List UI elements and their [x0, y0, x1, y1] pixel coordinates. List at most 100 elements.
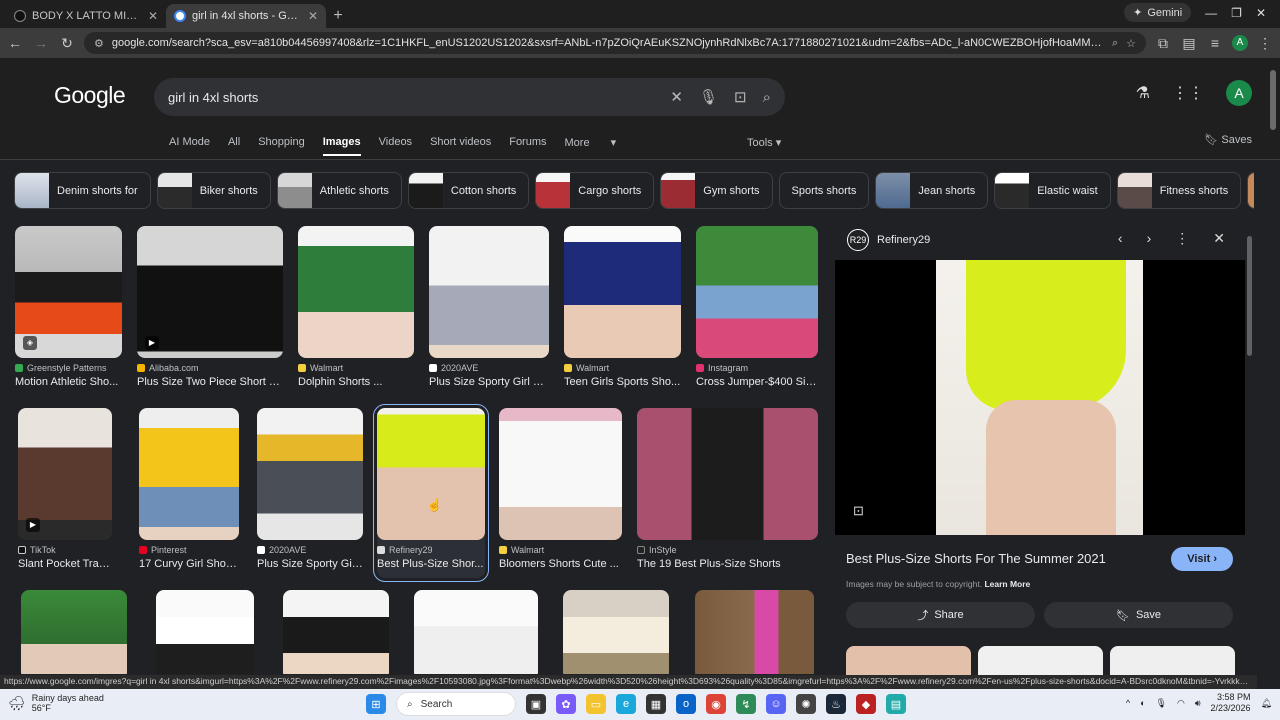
- image-result[interactable]: ▶ Alibaba.com Plus Size Two Piece Short …: [137, 226, 283, 388]
- page-scrollbar[interactable]: [1268, 60, 1278, 680]
- search-icon[interactable]: ⌕: [763, 89, 771, 106]
- close-tab-icon[interactable]: ✕: [148, 9, 158, 23]
- chip-sports-shorts[interactable]: Sports shorts: [778, 172, 870, 209]
- visit-button[interactable]: Visit ›: [1171, 547, 1233, 571]
- photos-app-icon[interactable]: ✿: [556, 694, 576, 714]
- wifi-icon[interactable]: ◠: [1177, 698, 1185, 709]
- image-result[interactable]: 2020AVE Plus Size Sporty Gir...: [257, 408, 363, 570]
- close-window-icon[interactable]: ✕: [1256, 6, 1266, 20]
- related-image[interactable]: [978, 646, 1103, 676]
- microphone-icon[interactable]: 🎙︎: [1156, 698, 1167, 709]
- chip-jean-shorts[interactable]: Jean shorts: [875, 172, 989, 209]
- result-thumbnail[interactable]: [298, 226, 414, 358]
- chrome-icon[interactable]: ◉: [706, 694, 726, 714]
- reading-list-icon[interactable]: ≡: [1206, 35, 1224, 51]
- reload-icon[interactable]: ↻: [58, 35, 76, 52]
- app-icon[interactable]: ↯: [736, 694, 756, 714]
- result-caption[interactable]: Bloomers Shorts Cute ...: [499, 558, 622, 570]
- save-button[interactable]: 🔖︎ Save: [1044, 602, 1233, 628]
- minimize-icon[interactable]: —: [1205, 6, 1217, 20]
- result-caption[interactable]: Motion Athletic Sho...: [15, 376, 122, 388]
- more-options-icon[interactable]: ⋮: [1175, 230, 1189, 247]
- result-thumbnail[interactable]: [21, 590, 127, 674]
- result-thumbnail[interactable]: ◈: [15, 226, 122, 358]
- account-avatar[interactable]: A: [1226, 80, 1252, 106]
- zoom-icon[interactable]: ⌕: [1112, 37, 1118, 50]
- image-result[interactable]: [283, 590, 389, 674]
- saves-button[interactable]: 🔖︎ Saves: [1204, 133, 1252, 146]
- browser-menu-icon[interactable]: ⋮: [1256, 35, 1274, 52]
- result-caption[interactable]: Plus Size Sporty Girl Bi...: [429, 376, 549, 388]
- chip-athletic-shorts[interactable]: Athletic shorts: [276, 172, 402, 209]
- apps-grid-icon[interactable]: ⋮⋮: [1172, 83, 1204, 103]
- result-thumbnail[interactable]: ▶: [137, 226, 283, 358]
- chip-biker-shorts[interactable]: Biker shorts: [156, 172, 271, 209]
- task-view-icon[interactable]: ▣: [526, 694, 546, 714]
- search-box[interactable]: girl in 4xl shorts ✕ 🎙︎ ⊡ ⌕: [154, 78, 785, 116]
- image-result[interactable]: [695, 590, 814, 674]
- notes-app-icon[interactable]: ▤: [886, 694, 906, 714]
- chip-gym-shorts[interactable]: Gym shorts: [660, 172, 773, 209]
- image-result[interactable]: Walmart Bloomers Shorts Cute ...: [499, 408, 622, 570]
- result-thumbnail[interactable]: [563, 590, 669, 674]
- image-result-selected[interactable]: ☝ Refinery29 Best Plus-Size Shor...: [373, 404, 489, 582]
- related-image[interactable]: [846, 646, 971, 676]
- new-tab-button[interactable]: +: [326, 4, 350, 28]
- tab-all[interactable]: All: [228, 136, 240, 156]
- lens-search-icon[interactable]: ⊡: [734, 88, 747, 106]
- image-result[interactable]: Pinterest 17 Curvy Girl Short ...: [139, 408, 239, 570]
- image-result[interactable]: [563, 590, 669, 674]
- share-button[interactable]: ⤴ Share: [846, 602, 1035, 628]
- close-icon[interactable]: ✕: [1213, 230, 1225, 247]
- lens-search-icon[interactable]: ⊡: [853, 503, 864, 519]
- result-caption[interactable]: Best Plus-Size Shor...: [377, 558, 485, 570]
- image-result[interactable]: [21, 590, 127, 674]
- result-thumbnail[interactable]: [429, 226, 549, 358]
- image-result[interactable]: Walmart Dolphin Shorts ...: [298, 226, 414, 388]
- result-caption[interactable]: Cross Jumper-$400 Siz...: [696, 376, 818, 388]
- search-input[interactable]: girl in 4xl shorts: [168, 90, 670, 105]
- tab-short-videos[interactable]: Short videos: [430, 136, 491, 156]
- scrollbar-thumb[interactable]: [1270, 70, 1276, 130]
- discord-icon[interactable]: ☺: [766, 694, 786, 714]
- scrollbar-thumb[interactable]: [1247, 236, 1252, 356]
- result-thumbnail[interactable]: [283, 590, 389, 674]
- result-caption[interactable]: Teen Girls Sports Sho...: [564, 376, 681, 388]
- close-tab-icon[interactable]: ✕: [308, 9, 318, 23]
- tools-button[interactable]: Tools ▾: [747, 136, 781, 149]
- app-icon[interactable]: ✺: [796, 694, 816, 714]
- result-thumbnail[interactable]: [564, 226, 681, 358]
- preview-image-frame[interactable]: ⊡: [835, 260, 1245, 535]
- tray-chevron-icon[interactable]: ^: [1126, 698, 1130, 708]
- extensions-icon[interactable]: ⧉: [1154, 35, 1172, 52]
- restore-icon[interactable]: ❐: [1231, 6, 1242, 20]
- related-image[interactable]: [1110, 646, 1235, 676]
- tab-more[interactable]: More ▾: [565, 136, 635, 156]
- preview-title[interactable]: Best Plus-Size Shorts For The Summer 202…: [846, 551, 1106, 566]
- image-result[interactable]: InStyle The 19 Best Plus-Size Shorts: [637, 408, 818, 570]
- tab-forums[interactable]: Forums: [509, 136, 546, 156]
- result-thumbnail[interactable]: [257, 408, 363, 540]
- result-thumbnail[interactable]: [696, 226, 818, 358]
- result-thumbnail[interactable]: [156, 590, 254, 674]
- result-thumbnail[interactable]: [637, 408, 818, 540]
- image-result[interactable]: ▶ TikTok Slant Pocket Track ...: [18, 408, 112, 570]
- voice-search-icon[interactable]: 🎙︎: [699, 88, 718, 106]
- gemini-button[interactable]: ✦ Gemini: [1124, 3, 1192, 22]
- preview-scrollbar[interactable]: [1247, 228, 1253, 668]
- chip-elastic-waist[interactable]: Elastic waist: [994, 172, 1111, 209]
- image-result[interactable]: [414, 590, 538, 674]
- image-result[interactable]: [156, 590, 254, 674]
- result-thumbnail[interactable]: [695, 590, 814, 674]
- chip-cargo-shorts[interactable]: Cargo shorts: [535, 172, 655, 209]
- labs-flask-icon[interactable]: ⚗: [1136, 83, 1150, 103]
- steam-icon[interactable]: ♨: [826, 694, 846, 714]
- outlook-icon[interactable]: o: [676, 694, 696, 714]
- result-thumbnail[interactable]: ▶: [18, 408, 112, 540]
- address-bar[interactable]: ⚙ google.com/search?sca_esv=a810b0445699…: [84, 32, 1146, 54]
- google-logo[interactable]: Google: [54, 82, 126, 109]
- notifications-icon[interactable]: 🔔︎: [1261, 698, 1272, 709]
- preview-image[interactable]: [936, 260, 1143, 535]
- volume-icon[interactable]: 🔊︎: [1195, 698, 1201, 709]
- image-result[interactable]: ◈ Greenstyle Patterns Motion Athletic Sh…: [15, 226, 122, 388]
